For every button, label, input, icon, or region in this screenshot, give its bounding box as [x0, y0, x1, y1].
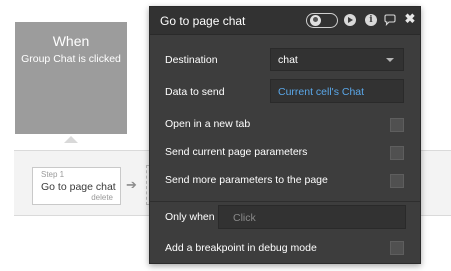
- event-block[interactable]: When Group Chat is clicked: [15, 22, 127, 134]
- open-new-tab-checkbox[interactable]: [390, 118, 404, 132]
- send-more-params-checkbox[interactable]: [390, 174, 404, 188]
- close-icon[interactable]: ✖: [404, 12, 416, 25]
- step-name: Go to page chat: [41, 181, 116, 193]
- open-new-tab-label: Open in a new tab: [165, 118, 251, 130]
- step-delete-link[interactable]: delete: [91, 193, 113, 202]
- only-when-input[interactable]: Click: [218, 205, 406, 229]
- panel-title: Go to page chat: [160, 14, 246, 28]
- destination-dropdown[interactable]: chat: [270, 48, 404, 71]
- send-current-params-checkbox[interactable]: [390, 146, 404, 160]
- destination-label: Destination: [165, 54, 218, 66]
- data-to-send-value: Current cell's Chat: [278, 86, 365, 98]
- event-subtitle: Group Chat is clicked: [21, 53, 121, 65]
- workflow-canvas: When Group Chat is clicked Step 1 Go to …: [0, 0, 451, 271]
- panel-header[interactable]: Go to page chat i ✖: [150, 7, 420, 35]
- arrow-right-icon: ➔: [126, 177, 137, 192]
- data-to-send-label: Data to send: [165, 86, 225, 98]
- chevron-down-icon: [386, 58, 394, 62]
- breakpoint-checkbox[interactable]: [390, 241, 404, 255]
- play-icon[interactable]: [344, 14, 356, 26]
- send-more-params-label: Send more parameters to the page: [165, 174, 328, 186]
- step-number: Step 1: [41, 170, 65, 179]
- toggle-knob-icon: [310, 15, 321, 26]
- panel-divider: [150, 201, 420, 202]
- breakpoint-label: Add a breakpoint in debug mode: [165, 242, 317, 254]
- property-editor-panel: Go to page chat i ✖ Destination chat Dat…: [149, 6, 421, 264]
- step-card[interactable]: Step 1 Go to page chat delete: [32, 167, 121, 205]
- only-when-label: Only when: [165, 211, 215, 223]
- info-icon[interactable]: i: [365, 14, 377, 26]
- step-toggle[interactable]: [306, 13, 338, 28]
- only-when-placeholder: Click: [233, 212, 256, 224]
- destination-value: chat: [278, 54, 298, 66]
- send-current-params-label: Send current page parameters: [165, 146, 308, 158]
- event-title: When: [52, 33, 90, 49]
- data-to-send-field[interactable]: Current cell's Chat: [270, 79, 404, 103]
- comment-icon[interactable]: [384, 14, 396, 27]
- event-pointer: [64, 136, 78, 143]
